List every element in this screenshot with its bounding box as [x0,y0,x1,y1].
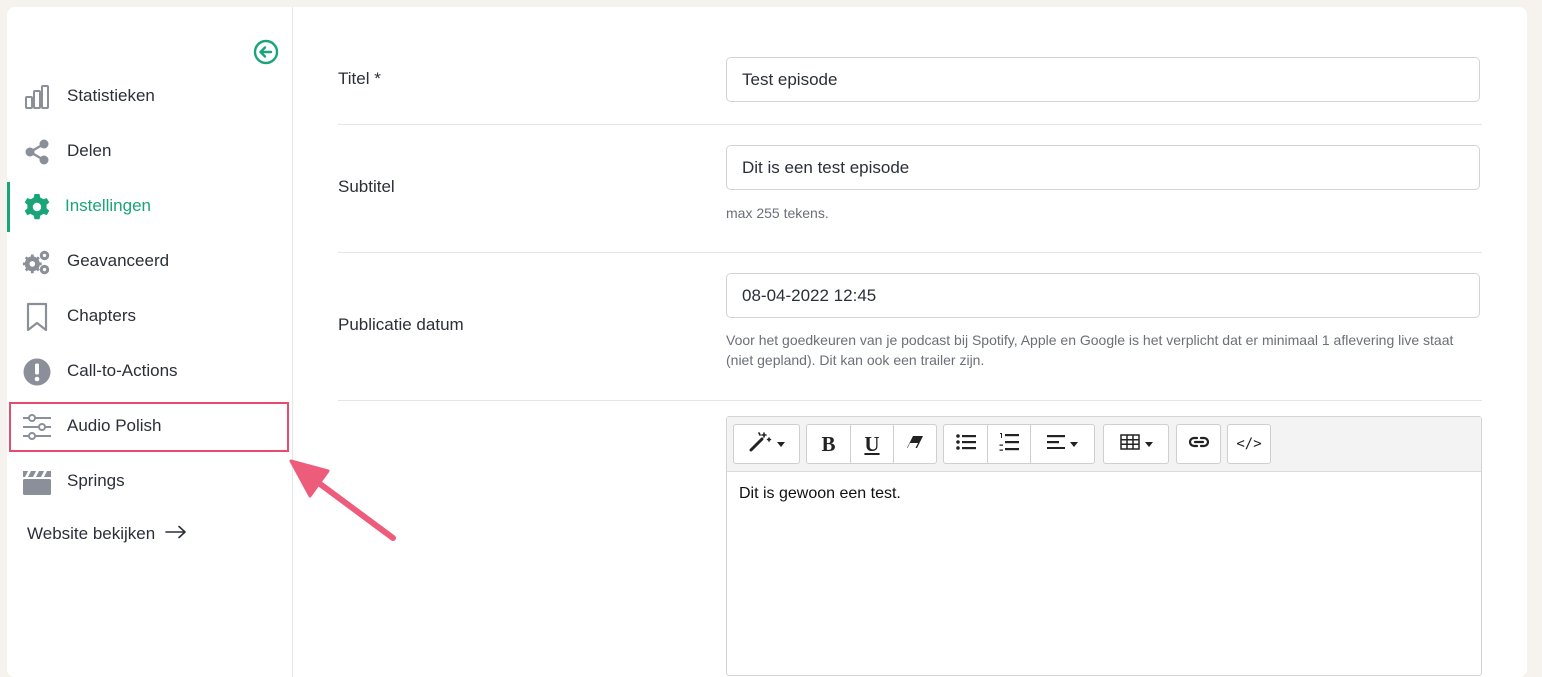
gears-icon [22,247,52,277]
title-label: Titel * [338,69,381,88]
underline-button[interactable]: U [850,424,894,464]
format-group: B U [806,424,937,464]
bar-chart-icon [22,82,52,112]
numbered-list-icon [999,432,1019,456]
sidebar-item-label: Springs [67,471,125,490]
align-left-icon [1047,434,1065,454]
gear-icon [22,192,52,222]
sidebar-item-label: Chapters [67,306,136,325]
highlight-box [9,402,289,452]
subtitle-input[interactable] [726,145,1480,190]
description-editor: B U </> Dit is gewoon een test. [726,416,1482,676]
editor-toolbar: B U </> [727,417,1481,472]
sidebar-item-label: Statistieken [67,86,155,105]
table-button[interactable] [1103,424,1169,464]
magic-wand-icon [748,431,772,457]
arrow-right-icon [165,524,187,544]
publish-date-hint: Voor het goedkeuren van je podcast bij S… [726,332,1454,368]
link-button[interactable] [1176,424,1221,464]
bold-button[interactable]: B [806,424,851,464]
sidebar: Statistieken Delen Instellingen Geavance… [7,7,293,677]
divider [338,400,1482,401]
bookmark-icon [22,302,52,332]
code-group: </> [1227,424,1271,464]
link-group [1176,424,1221,464]
sidebar-item-chapters[interactable]: Chapters [7,292,292,342]
paragraph-group [943,424,1095,464]
sidebar-item-label: Geavanceerd [67,251,170,270]
underline-icon: U [864,431,880,456]
sidebar-item-label: Call-to-Actions [67,361,178,380]
style-group [733,424,800,464]
sidebar-item-label: Delen [67,141,112,160]
code-icon: </> [1236,436,1262,452]
publish-date-label: Publicatie datum [338,315,464,334]
share-icon [22,137,52,167]
eraser-icon [906,434,924,455]
sidebar-item-delen[interactable]: Delen [7,127,292,177]
active-indicator [7,182,10,232]
exclamation-circle-icon [22,357,52,387]
title-input[interactable] [726,57,1480,102]
divider [338,124,1482,125]
main-card: Statistieken Delen Instellingen Geavance… [7,7,1527,677]
website-link[interactable]: Website bekijken [27,524,187,544]
publish-date-input[interactable] [726,273,1480,318]
subtitle-hint: max 255 tekens. [726,205,829,221]
bullet-list-icon [955,433,976,455]
sidebar-item-label: Instellingen [65,196,152,215]
bold-icon: B [821,431,836,456]
table-group [1103,424,1169,464]
sidebar-item-call-to-actions[interactable]: Call-to-Actions [7,347,292,397]
sidebar-item-geavanceerd[interactable]: Geavanceerd [7,237,292,287]
align-button[interactable] [1030,424,1095,464]
website-link-label: Website bekijken [27,524,156,543]
chevron-down-icon [1144,441,1153,447]
code-view-button[interactable]: </> [1227,424,1271,464]
sidebar-item-instellingen[interactable]: Instellingen [7,182,292,232]
clapperboard-icon [22,467,52,497]
divider [338,252,1482,253]
chevron-down-icon [1070,441,1078,447]
sidebar-item-statistieken[interactable]: Statistieken [7,72,292,122]
link-icon [1188,435,1210,453]
numbered-list-button[interactable] [987,424,1031,464]
editor-content[interactable]: Dit is gewoon een test. [739,485,901,503]
clear-format-button[interactable] [893,424,937,464]
collapse-sidebar-icon[interactable] [253,39,279,65]
sidebar-item-springs[interactable]: Springs [7,457,292,507]
magic-style-button[interactable] [733,424,800,464]
chevron-down-icon [777,441,785,447]
table-icon [1119,433,1140,455]
subtitle-label: Subtitel [338,177,395,196]
bullet-list-button[interactable] [943,424,988,464]
